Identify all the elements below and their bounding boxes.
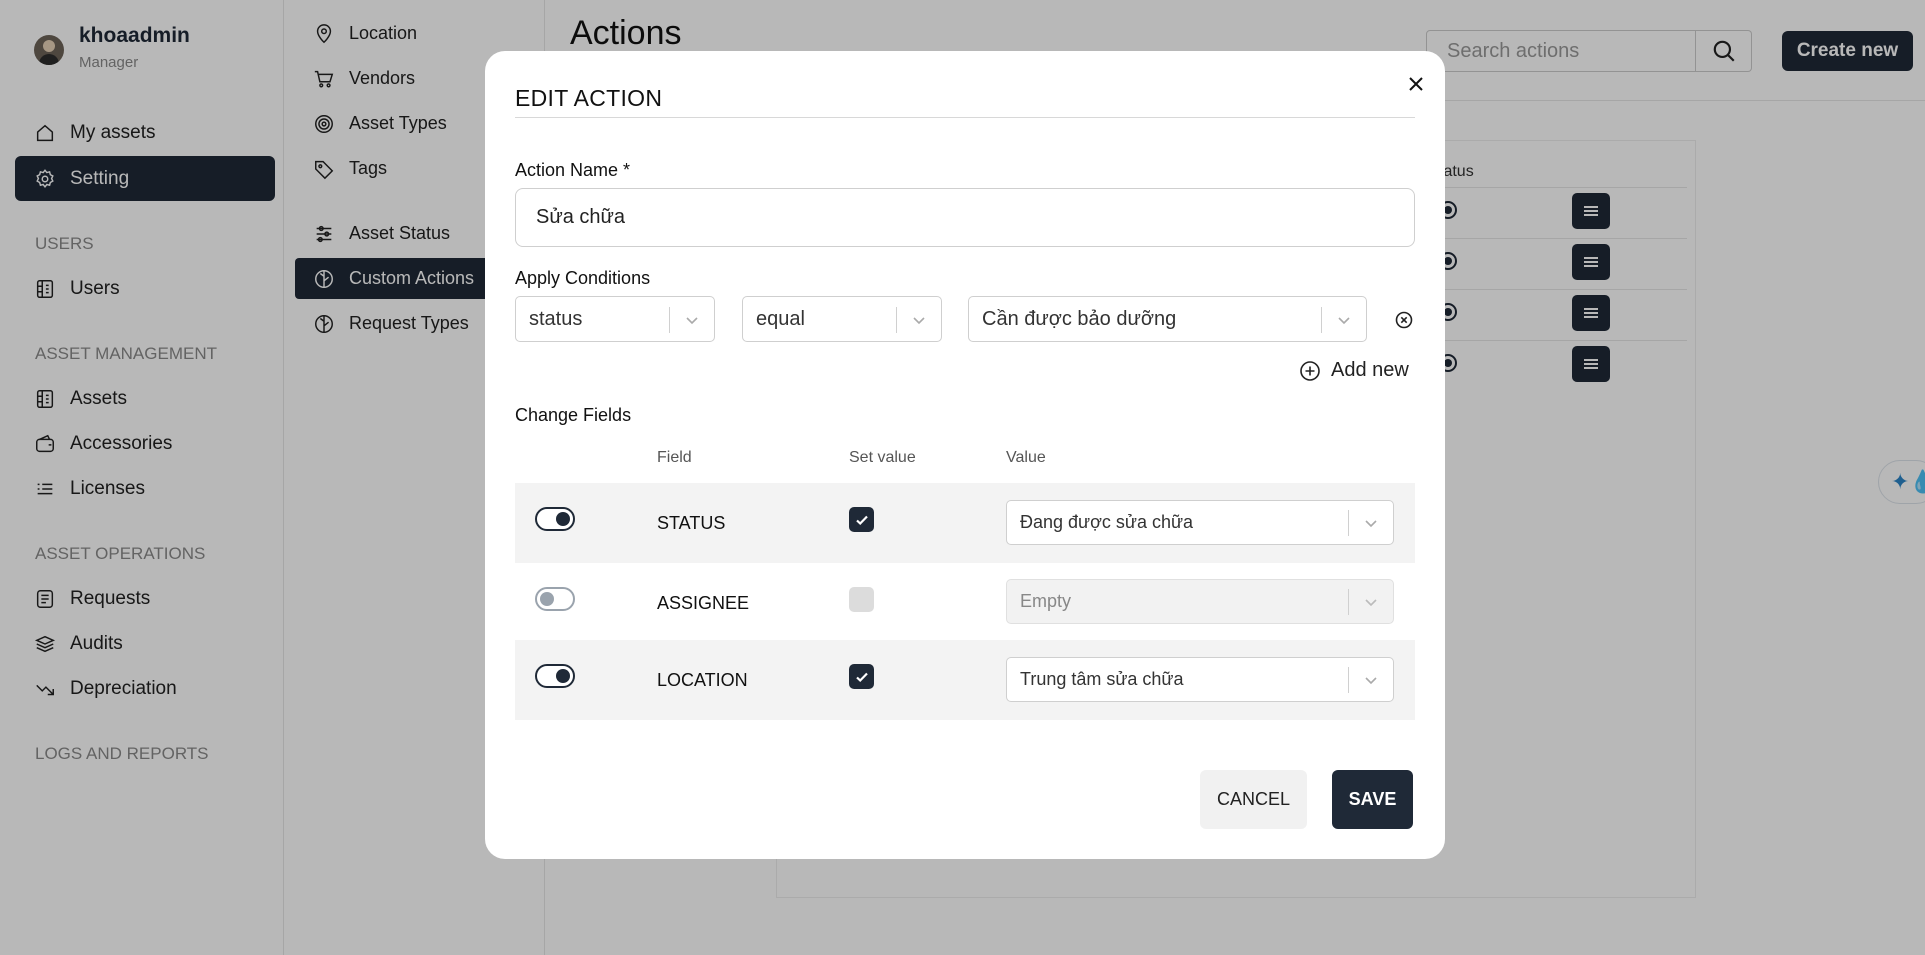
set-value-checkbox[interactable] [849, 587, 874, 612]
chevron-down-icon [1365, 677, 1377, 685]
action-name-input[interactable]: Sửa chữa [515, 188, 1415, 247]
action-name-label: Action Name * [515, 160, 631, 180]
select-value: Trung tâm sửa chữa [1020, 669, 1184, 689]
set-value-checkbox[interactable] [849, 507, 874, 532]
apply-conditions-label: Apply Conditions [515, 268, 651, 288]
field-value-select[interactable]: Trung tâm sửa chữa [1006, 657, 1394, 702]
modal-divider [515, 117, 1415, 118]
chevron-down-icon [1338, 317, 1350, 325]
change-fields-label: Change Fields [515, 405, 632, 425]
condition-operator-select[interactable]: equal [742, 296, 942, 342]
value-column-header: Value [1006, 449, 1046, 466]
chevron-down-icon [913, 317, 925, 325]
change-field-row-status: STATUS Đang được sửa chữa [515, 483, 1415, 563]
chevron-down-icon [1365, 599, 1377, 607]
field-enabled-toggle[interactable] [535, 587, 575, 611]
select-value: equal [756, 307, 805, 330]
set-value-column-header: Set value [849, 449, 916, 466]
change-field-row-assignee: ASSIGNEE Empty [515, 563, 1415, 643]
select-value: status [529, 307, 583, 330]
save-button[interactable]: SAVE [1332, 770, 1413, 829]
add-new-label: Add new [1331, 359, 1409, 381]
close-button[interactable] [1401, 69, 1431, 99]
chevron-down-icon [1365, 520, 1377, 528]
field-value-select: Empty [1006, 579, 1394, 624]
check-icon [855, 672, 868, 682]
remove-condition-icon[interactable] [1394, 310, 1414, 330]
cancel-button[interactable]: CANCEL [1200, 770, 1307, 829]
field-value-select[interactable]: Đang được sửa chữa [1006, 500, 1394, 545]
modal-title: EDIT ACTION [515, 85, 663, 111]
field-enabled-toggle[interactable] [535, 507, 575, 531]
field-name: LOCATION [657, 670, 748, 690]
select-value: Empty [1020, 591, 1072, 611]
field-enabled-toggle[interactable] [535, 664, 575, 688]
add-condition-button[interactable]: Add new [1299, 359, 1409, 382]
change-field-row-location: LOCATION Trung tâm sửa chữa [515, 640, 1415, 720]
edit-action-modal: EDIT ACTION Action Name * Sửa chữa Apply… [485, 51, 1445, 859]
plus-circle-icon [1300, 360, 1320, 381]
chevron-down-icon [686, 317, 698, 325]
select-value: Đang được sửa chữa [1020, 512, 1194, 532]
condition-field-select[interactable]: status [515, 296, 715, 342]
check-icon [855, 515, 868, 525]
field-name: ASSIGNEE [657, 593, 750, 613]
field-column-header: Field [657, 449, 692, 466]
set-value-checkbox[interactable] [849, 664, 874, 689]
field-name: STATUS [657, 513, 726, 533]
select-value: Cần được bảo dưỡng [982, 307, 1177, 330]
condition-value-select[interactable]: Cần được bảo dưỡng [968, 296, 1367, 342]
close-icon [1409, 77, 1423, 91]
